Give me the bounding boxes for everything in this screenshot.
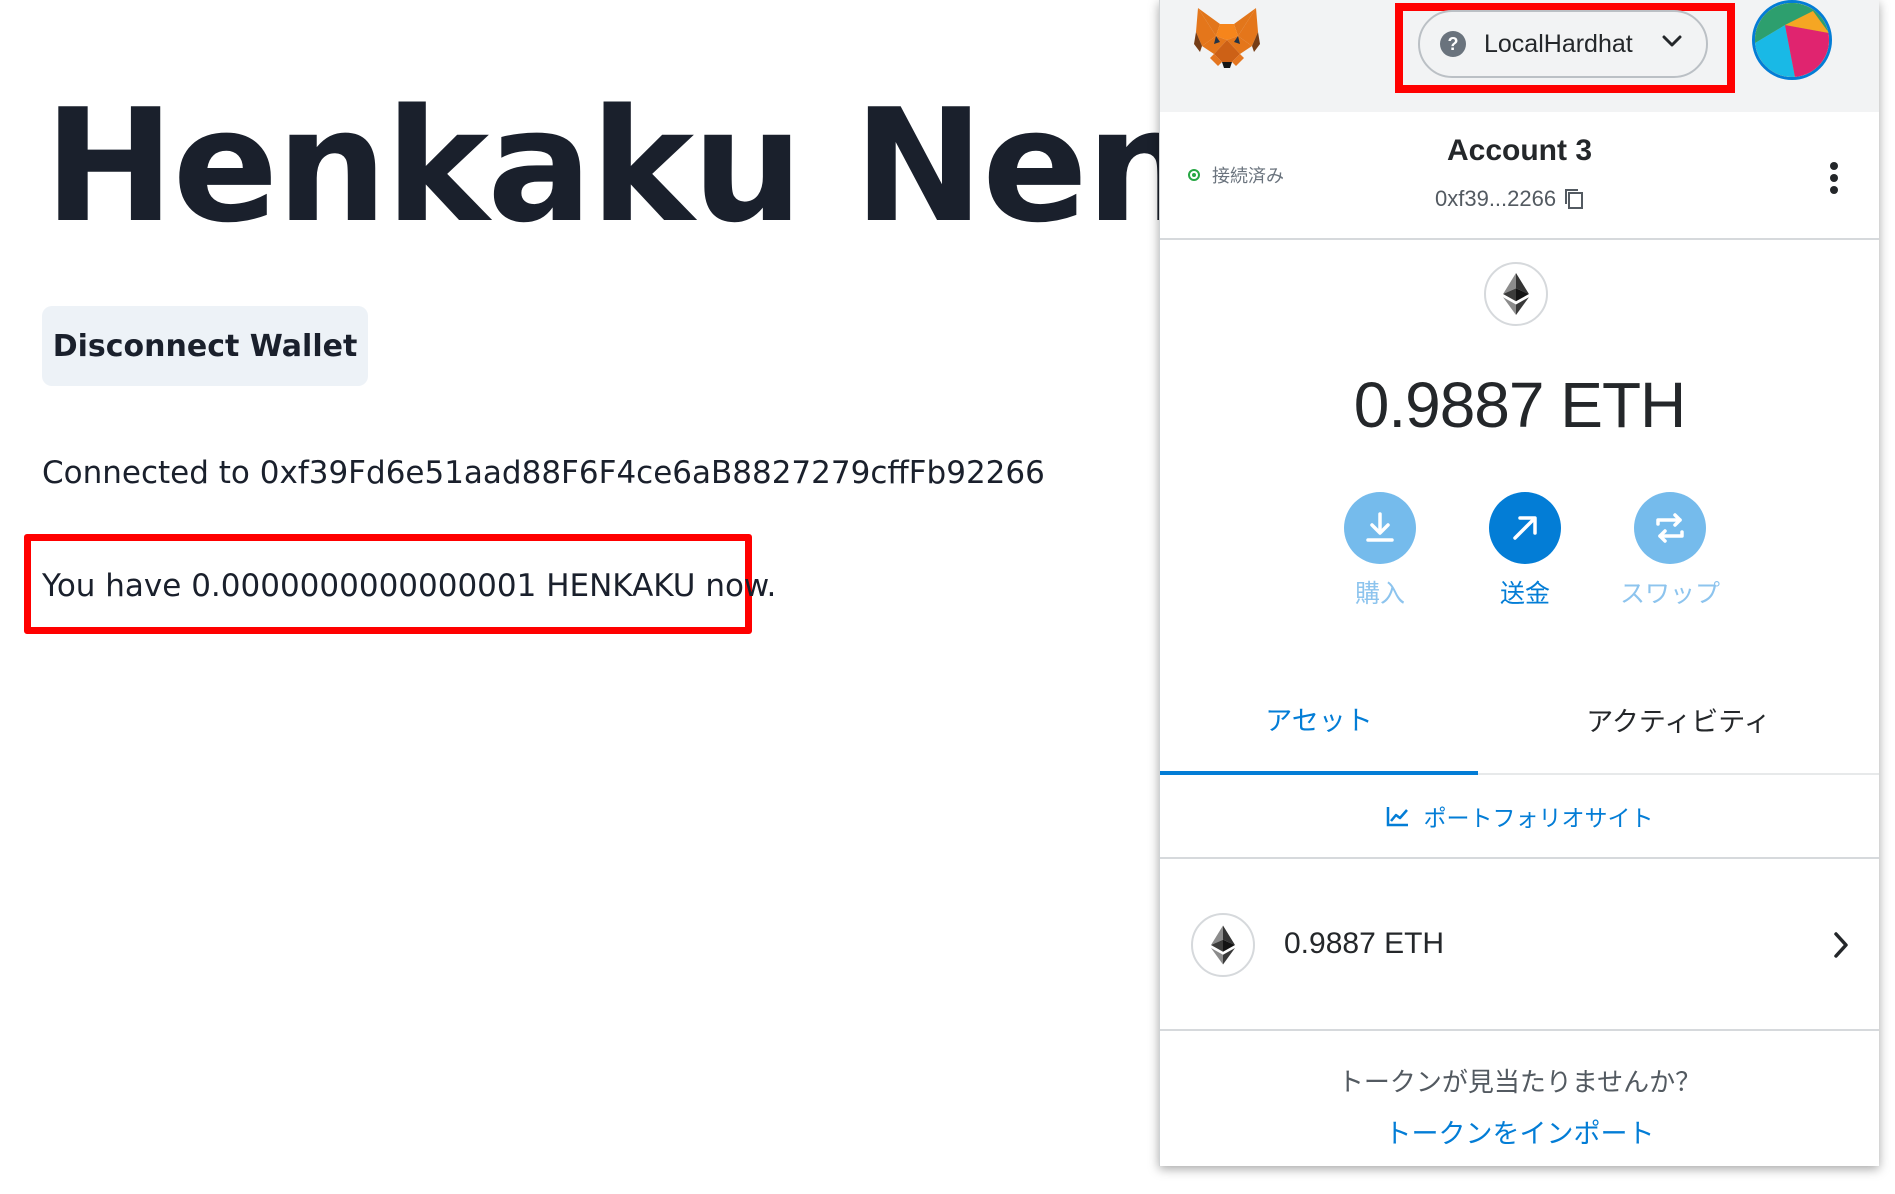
buy-label: 購入 bbox=[1354, 580, 1405, 608]
wallet-tabs: アセット アクティビティ bbox=[1160, 665, 1879, 775]
buy-button[interactable]: 購入 bbox=[1325, 492, 1435, 610]
eth-token-icon bbox=[1191, 913, 1255, 977]
wallet-actions: 購入 送金 スワップ bbox=[1160, 492, 1879, 612]
swap-arrows-icon bbox=[1634, 492, 1706, 564]
asset-list-item[interactable]: 0.9887 ETH bbox=[1160, 859, 1879, 1031]
download-icon bbox=[1344, 492, 1416, 564]
disconnect-wallet-button[interactable]: Disconnect Wallet bbox=[42, 306, 368, 386]
account-row: 接続済み Account 3 0xf39...2266 bbox=[1160, 112, 1879, 240]
connected-dot-icon bbox=[1188, 169, 1200, 181]
tab-assets[interactable]: アセット bbox=[1160, 665, 1478, 775]
send-label: 送金 bbox=[1499, 580, 1550, 608]
account-address-copy[interactable]: 0xf39...2266 bbox=[1435, 186, 1584, 212]
account-address: 0xf39...2266 bbox=[1435, 186, 1557, 211]
swap-label: スワップ bbox=[1619, 580, 1720, 608]
tab-activity[interactable]: アクティビティ bbox=[1478, 665, 1879, 773]
chart-icon bbox=[1386, 807, 1408, 827]
dapp-page: Henkaku Nengaj Disconnect Wallet Connect… bbox=[0, 0, 1461, 1194]
eth-logo-icon bbox=[1484, 262, 1548, 326]
portfolio-site-link[interactable]: ポートフォリオサイト bbox=[1160, 775, 1879, 859]
metamask-popup: ? LocalHardhat 接続済み Account 3 0xf39...22… bbox=[1159, 0, 1879, 1166]
no-token-text: トークンが見当たりませんか？ bbox=[1337, 1067, 1702, 1097]
metamask-header: ? LocalHardhat bbox=[1160, 0, 1879, 112]
network-selector[interactable]: ? LocalHardhat bbox=[1418, 10, 1708, 78]
import-tokens-link[interactable]: トークンをインポート bbox=[1160, 1112, 1879, 1151]
henkaku-balance-text: You have 0.0000000000000001 HENKAKU now. bbox=[42, 568, 777, 604]
account-name[interactable]: Account 3 bbox=[1160, 134, 1879, 168]
asset-balance: 0.9887 ETH bbox=[1284, 927, 1445, 960]
unknown-network-icon: ? bbox=[1440, 31, 1466, 57]
copy-icon bbox=[1565, 189, 1584, 209]
swap-button[interactable]: スワップ bbox=[1615, 492, 1725, 610]
account-options-icon[interactable] bbox=[1824, 160, 1844, 196]
metamask-fox-icon bbox=[1194, 8, 1260, 68]
network-label: LocalHardhat bbox=[1484, 29, 1633, 58]
chevron-right-icon bbox=[1834, 932, 1848, 958]
send-button[interactable]: 送金 bbox=[1470, 492, 1580, 610]
jazzicon-icon bbox=[1755, 3, 1829, 77]
portfolio-site-label: ポートフォリオサイト bbox=[1423, 805, 1654, 831]
eth-balance: 0.9887 ETH bbox=[1353, 369, 1687, 441]
account-avatar[interactable] bbox=[1752, 0, 1832, 80]
connected-address-text: Connected to 0xf39Fd6e51aad88F6F4ce6aB88… bbox=[42, 455, 1045, 491]
chevron-down-icon bbox=[1662, 35, 1682, 47]
arrow-up-right-icon bbox=[1489, 492, 1561, 564]
